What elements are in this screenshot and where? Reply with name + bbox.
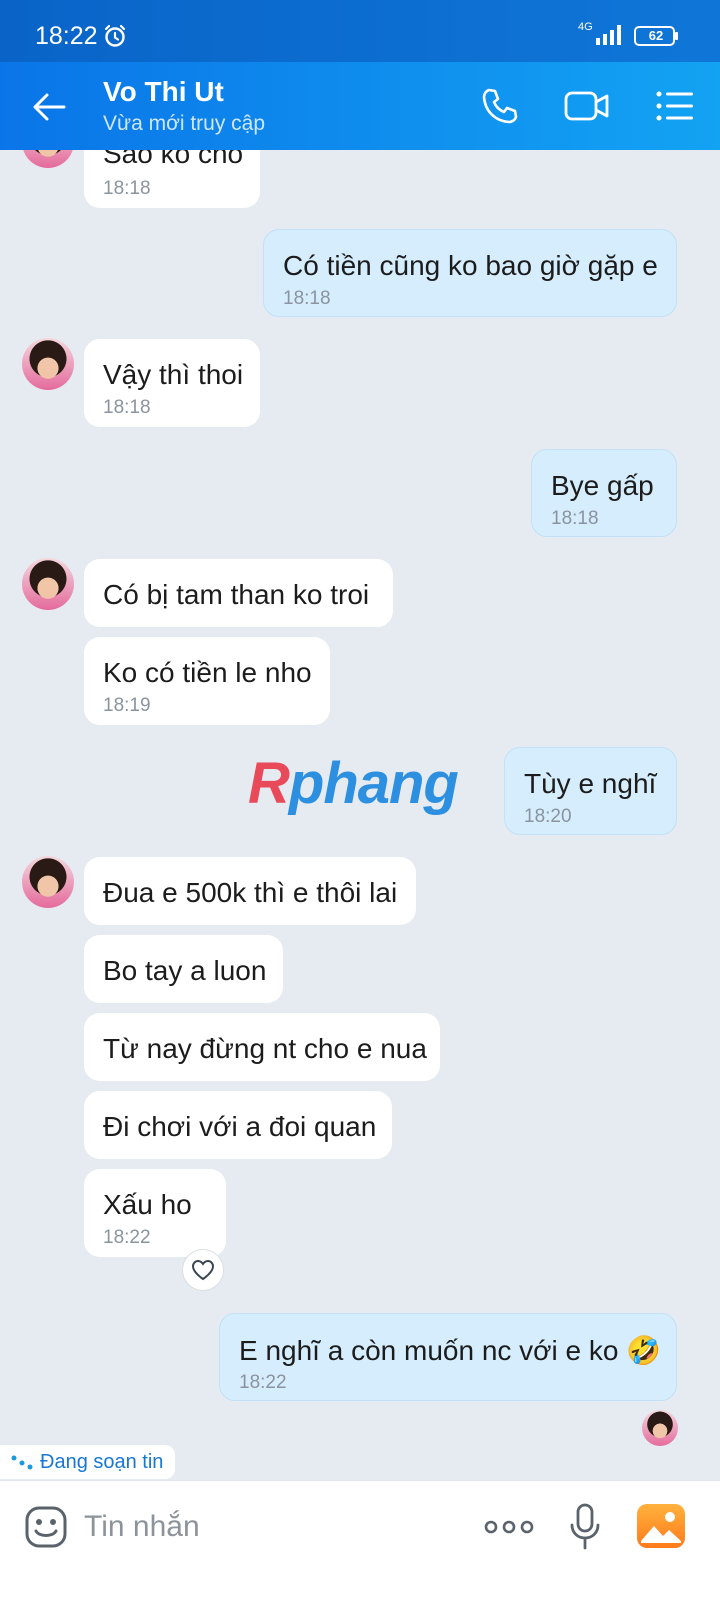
- network-type: 4G: [578, 21, 593, 33]
- watermark-first: R: [248, 751, 290, 816]
- alarm-icon: [104, 24, 126, 47]
- message-text: Tùy e nghĩ: [524, 768, 657, 799]
- message-text: Từ nay đừng nt cho e nua: [103, 1033, 427, 1064]
- message-time: 18:19: [103, 695, 151, 716]
- message-text: Đi chơi với a đoi quan: [103, 1111, 377, 1142]
- message-text: Có bị tam than ko troi: [103, 579, 370, 610]
- message-text: Vậy thì thoi: [103, 359, 244, 390]
- typing-dots-icon: [11, 1455, 33, 1470]
- message-text: Có tiền cũng ko bao giờ gặp e: [283, 250, 658, 281]
- mic-icon[interactable]: [570, 1503, 600, 1551]
- message-text: Đua e 500k thì e thôi lai: [103, 877, 398, 908]
- call-icon[interactable]: [480, 86, 520, 126]
- message-bubble[interactable]: Có tiền cũng ko bao giờ gặp e 18:18: [263, 229, 677, 317]
- status-bar: 18:22 4G 62: [0, 0, 720, 62]
- more-icon[interactable]: [484, 1519, 534, 1535]
- message-bubble[interactable]: Đua e 500k thì e thôi lai: [84, 857, 416, 925]
- message-bubble[interactable]: Đi chơi với a đoi quan: [84, 1091, 392, 1159]
- image-icon[interactable]: [636, 1503, 686, 1549]
- message-bubble[interactable]: Sao ko cho 18:18: [84, 150, 260, 208]
- message-bubble[interactable]: Tùy e nghĩ 18:20: [504, 747, 677, 835]
- react-heart-button[interactable]: [182, 1249, 224, 1291]
- message-bubble[interactable]: Bo tay a luon: [84, 935, 283, 1003]
- message-input[interactable]: [84, 1505, 464, 1549]
- message-time: 18:18: [103, 178, 151, 199]
- contact-avatar[interactable]: [22, 856, 74, 908]
- message-bubble[interactable]: Ko có tiền le nho 18:19: [84, 637, 330, 725]
- contact-avatar[interactable]: [22, 150, 74, 168]
- contact-avatar[interactable]: [22, 558, 74, 610]
- status-time: 18:22: [35, 22, 98, 50]
- message-text: Bye gấp: [551, 470, 654, 501]
- message-time: 18:20: [524, 806, 572, 827]
- message-time: 18:22: [239, 1372, 287, 1393]
- message-bubble[interactable]: E nghĩ a còn muốn nc với e ko 🤣 18:22: [219, 1313, 677, 1401]
- contact-avatar[interactable]: [22, 338, 74, 390]
- message-bubble[interactable]: Từ nay đừng nt cho e nua: [84, 1013, 440, 1081]
- message-time: 18:22: [103, 1227, 151, 1248]
- message-bubble[interactable]: Xấu ho 18:22: [84, 1169, 226, 1257]
- typing-label: Đang soạn tin: [40, 1450, 164, 1473]
- signal-icon: [596, 25, 621, 45]
- message-bubble[interactable]: Có bị tam than ko troi: [84, 559, 393, 627]
- back-icon[interactable]: [30, 88, 68, 126]
- message-text: Ko có tiền le nho: [103, 657, 312, 688]
- message-bubble[interactable]: Bye gấp 18:18: [531, 449, 677, 537]
- heart-icon: [191, 1259, 215, 1281]
- message-text: Xấu ho: [103, 1189, 192, 1220]
- message-text: Sao ko cho: [103, 150, 244, 169]
- message-composer: [0, 1480, 720, 1600]
- message-time: 18:18: [283, 288, 331, 309]
- watermark-logo: Rphang: [248, 750, 459, 817]
- contact-status: Vừa mới truy cập: [103, 112, 266, 135]
- contact-name[interactable]: Vo Thi Ut: [103, 76, 224, 108]
- message-list[interactable]: Sao ko cho 18:18 Có tiền cũng ko bao giờ…: [0, 150, 720, 1510]
- video-call-icon[interactable]: [563, 86, 611, 126]
- chat-header: Vo Thi Ut Vừa mới truy cập: [0, 62, 720, 150]
- menu-icon[interactable]: [655, 88, 695, 124]
- seen-avatar: [642, 1410, 678, 1446]
- typing-indicator: Đang soạn tin: [0, 1445, 176, 1479]
- watermark-rest: phang: [288, 751, 459, 816]
- message-text: E nghĩ a còn muốn nc với e ko 🤣: [239, 1335, 662, 1366]
- message-time: 18:18: [103, 397, 151, 418]
- battery-level: 62: [648, 28, 664, 43]
- message-time: 18:18: [551, 508, 599, 529]
- message-text: Bo tay a luon: [103, 955, 267, 986]
- emoji-icon[interactable]: [24, 1505, 68, 1549]
- message-bubble[interactable]: Vậy thì thoi 18:18: [84, 339, 260, 427]
